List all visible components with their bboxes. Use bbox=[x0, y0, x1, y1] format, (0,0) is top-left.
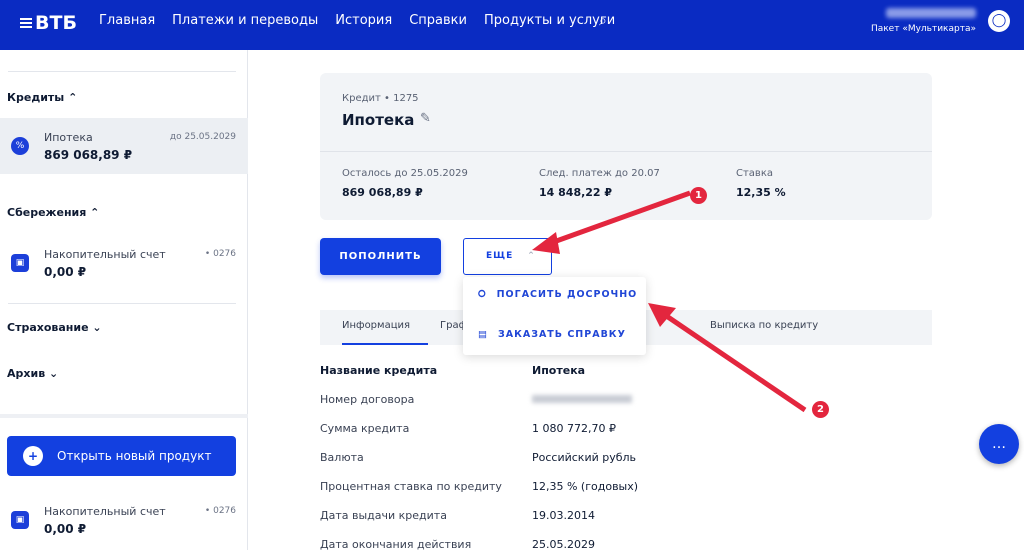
annotation-arrows bbox=[532, 190, 807, 413]
arrow-1-head bbox=[532, 232, 560, 254]
arrow-2 bbox=[663, 312, 807, 413]
badge-1: 1 bbox=[690, 187, 707, 204]
arrow-1 bbox=[547, 190, 691, 247]
arrow-2-head bbox=[648, 303, 676, 327]
badge-2: 2 bbox=[812, 401, 829, 418]
